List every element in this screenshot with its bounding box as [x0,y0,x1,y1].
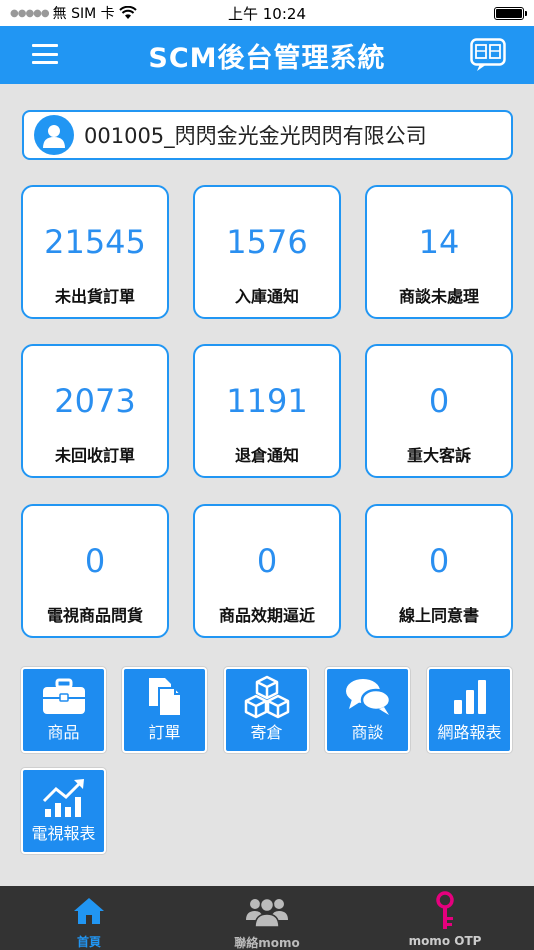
stat-card-unshipped-orders[interactable]: 21545 未出貨訂單 [21,185,169,319]
key-icon [436,891,454,929]
stat-label: 電視商品問貨 [46,606,143,625]
tile-tv-report[interactable]: 電視報表 [21,768,106,854]
stat-card-return-notice[interactable]: 1191 退倉通知 [193,344,341,478]
signal-icon: ●●●●● [10,7,50,19]
tab-contact-momo[interactable]: 聯絡momo [178,886,356,950]
tile-orders[interactable]: 訂單 [122,667,207,753]
chat-bubbles-icon [345,679,391,715]
stat-value: 0 [428,542,450,580]
trend-chart-icon [42,779,84,817]
stat-card-inbound-notice[interactable]: 1576 入庫通知 [193,185,341,319]
stat-card-unreturned-orders[interactable]: 2073 未回收訂單 [21,344,169,478]
status-bar: ●●●●● 無 SIM 卡 上午 10:24 [0,0,534,26]
stat-label: 未出貨訂單 [54,287,135,306]
hamburger-icon[interactable] [32,44,58,64]
company-selector[interactable]: 001005_閃閃金光金光閃閃有限公司 [22,110,513,160]
tile-products[interactable]: 商品 [21,667,106,753]
stat-card-tv-product-inquiry[interactable]: 0 電視商品問貨 [21,504,169,638]
status-left: ●●●●● 無 SIM 卡 [10,3,137,23]
stat-value: 2073 [54,382,136,420]
tab-label: 聯絡momo [234,936,300,950]
tab-bar: 首頁 聯絡momo momo OTP [0,886,534,950]
tab-momo-otp[interactable]: momo OTP [356,886,534,950]
tile-web-report[interactable]: 網路報表 [427,667,512,753]
tile-label: 電視報表 [31,824,96,843]
tab-label: 首頁 [76,935,101,949]
stat-card-unprocessed-negotiations[interactable]: 14 商談未處理 [365,185,513,319]
stat-value: 0 [256,542,278,580]
tile-label: 網路報表 [437,723,502,742]
people-icon [246,897,288,928]
carrier-label: 無 SIM 卡 [52,6,115,22]
stat-value: 1576 [226,223,308,261]
tile-label: 訂單 [148,723,181,742]
stat-value: 0 [84,542,106,580]
stat-value: 21545 [44,223,146,261]
tab-label: momo OTP [408,934,482,948]
stat-label: 商談未處理 [398,287,479,306]
stat-value: 1191 [226,382,308,420]
battery-icon [494,6,527,20]
home-icon [74,897,104,924]
tile-label: 寄倉 [250,723,283,742]
stat-label: 線上同意書 [398,606,479,625]
page-title: SCM後台管理系統 [148,42,386,74]
stat-label: 重大客訴 [406,446,471,465]
tile-consignment[interactable]: 寄倉 [224,667,309,753]
qa-chat-icon[interactable] [470,38,506,72]
wifi-icon [118,6,137,19]
stat-label: 入庫通知 [234,287,299,306]
stat-value: 14 [418,223,460,261]
stat-card-online-consent[interactable]: 0 線上同意書 [365,504,513,638]
boxes-icon [244,675,289,719]
stat-value: 0 [428,382,450,420]
stat-card-expiry-approaching[interactable]: 0 商品效期逼近 [193,504,341,638]
stat-card-major-complaints[interactable]: 0 重大客訴 [365,344,513,478]
tab-home[interactable]: 首頁 [0,886,178,950]
bar-chart-icon [453,680,486,714]
stat-label: 退倉通知 [234,446,299,465]
documents-icon [148,678,182,717]
tile-label: 商談 [351,723,384,742]
stat-label: 未回收訂單 [54,446,135,465]
tile-label: 商品 [47,723,80,742]
app-header: SCM後台管理系統 [0,26,534,84]
briefcase-icon [42,678,85,714]
stat-label: 商品效期逼近 [218,606,315,625]
tile-negotiation[interactable]: 商談 [325,667,410,753]
user-avatar-icon [34,115,74,155]
company-name: 001005_閃閃金光金光閃閃有限公司 [84,124,427,148]
